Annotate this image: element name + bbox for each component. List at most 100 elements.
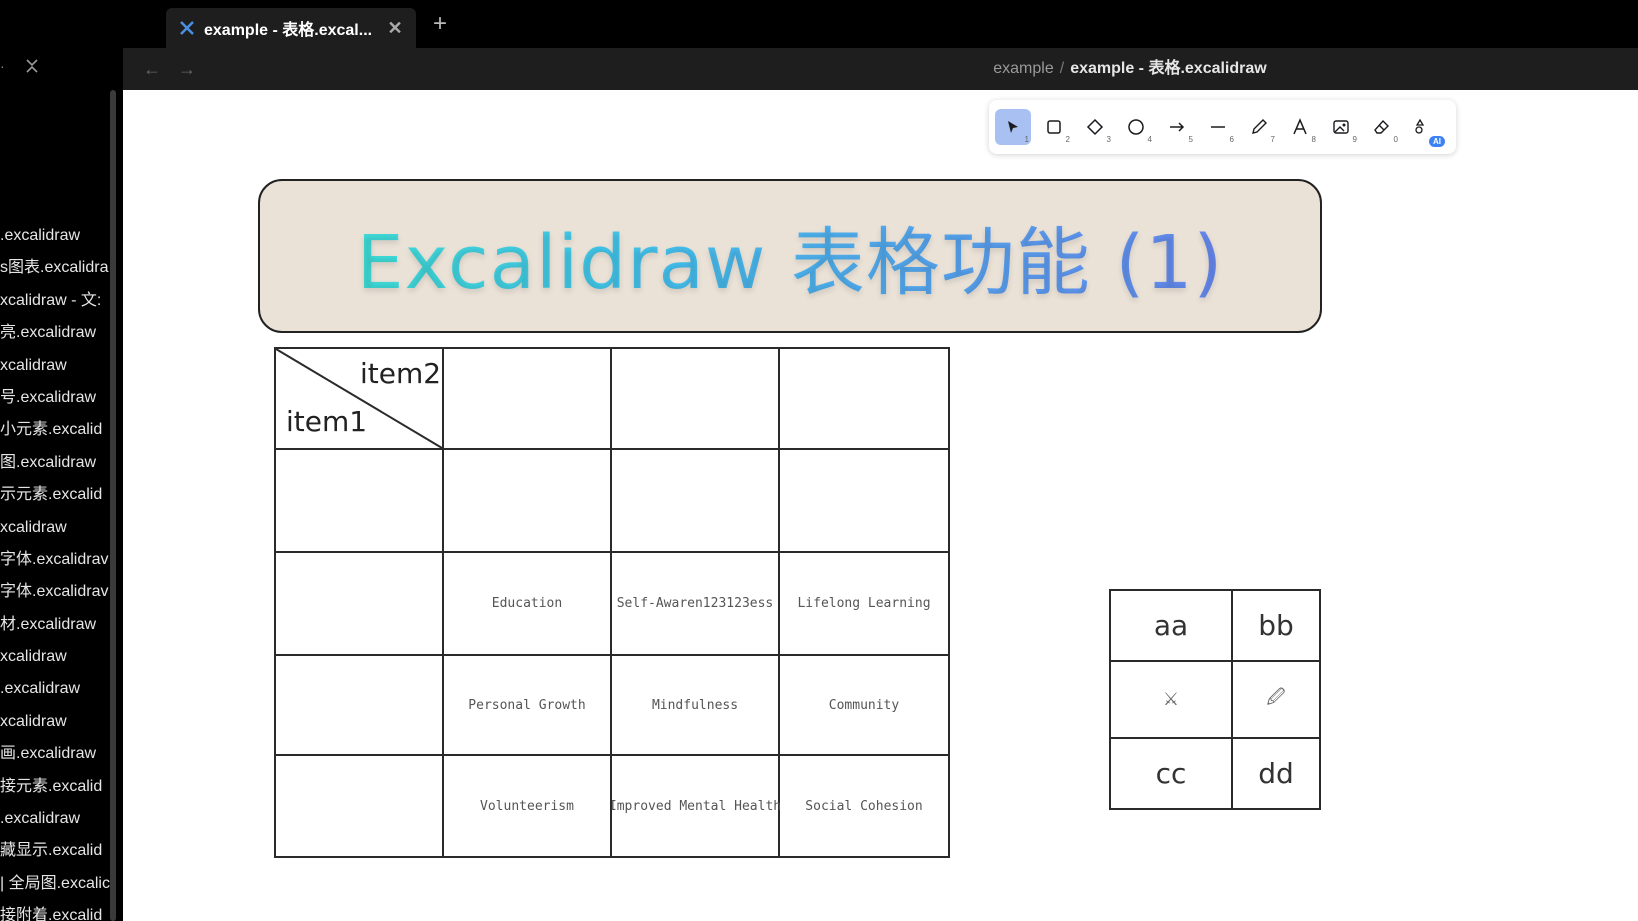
sidebar-file-item[interactable]: 材.excalidraw: [0, 609, 110, 641]
table-cell[interactable]: Mindfulness: [610, 654, 780, 756]
shortcut-key: 0: [1393, 135, 1398, 144]
image-icon: [1333, 120, 1349, 134]
table-cell[interactable]: [610, 347, 780, 450]
breadcrumb-parent[interactable]: example: [993, 60, 1053, 77]
sidebar-file-item[interactable]: 亮.excalidraw: [0, 317, 110, 349]
small-table-cell[interactable]: ⚔: [1109, 660, 1233, 739]
sidebar-file-item[interactable]: | 全局图.excalic: [0, 868, 110, 900]
sidebar-file-item[interactable]: xcalidraw: [0, 641, 110, 673]
sidebar-file-item[interactable]: 小元素.excalid: [0, 414, 110, 446]
diamond-tool-button[interactable]: 3: [1077, 109, 1113, 145]
sidebar-file-item[interactable]: xcalidraw: [0, 512, 110, 544]
line-icon: [1211, 126, 1225, 128]
shortcut-key: 9: [1352, 135, 1357, 144]
pencil-tool-button[interactable]: 7: [1241, 109, 1277, 145]
forward-arrow-icon[interactable]: →: [175, 56, 199, 82]
tab-active[interactable]: example - 表格.excal... ✕: [166, 8, 416, 48]
table-cell[interactable]: Improved Mental Health: [609, 754, 781, 858]
sidebar-file-item[interactable]: 图.excalidraw: [0, 447, 110, 479]
shapes-ai-button[interactable]: AI: [1405, 109, 1445, 147]
sidebar-file-item[interactable]: xcalidraw: [0, 706, 110, 738]
new-tab-button[interactable]: +: [428, 10, 452, 38]
line-tool-button[interactable]: 6: [1200, 109, 1236, 145]
sidebar-file-item[interactable]: .excalidraw: [0, 803, 110, 835]
shortcut-key: 1: [1024, 135, 1029, 144]
breadcrumb: example / example - 表格.excalidraw: [880, 56, 1380, 82]
ai-badge: AI: [1429, 136, 1445, 147]
small-table-cell[interactable]: cc: [1109, 737, 1233, 810]
shortcut-key: 7: [1270, 135, 1275, 144]
sidebar-file-item[interactable]: s图表.excalidra: [0, 252, 110, 284]
table-cell[interactable]: Social Cohesion: [778, 754, 950, 858]
file-explorer-sidebar: · .excalidraw s图表.excalidra xcalidraw - 文:…: [0, 48, 115, 921]
shortcut-key: 3: [1106, 135, 1111, 144]
sidebar-file-item[interactable]: 接附着.excalid: [0, 900, 110, 921]
excalidraw-logo-icon: [178, 19, 196, 37]
table-cell[interactable]: [274, 448, 444, 553]
small-table-cell[interactable]: bb: [1231, 589, 1321, 662]
arrow-icon: [1170, 122, 1185, 132]
diamond-icon: [1086, 118, 1104, 136]
text-tool-button[interactable]: 8: [1282, 109, 1318, 145]
table-cell[interactable]: [274, 654, 444, 756]
table-cell[interactable]: Personal Growth: [442, 654, 612, 756]
rectangle-icon: [1047, 120, 1061, 134]
sidebar-file-item[interactable]: 藏显示.excalid: [0, 835, 110, 867]
sidebar-file-item[interactable]: xcalidraw: [0, 350, 110, 382]
file-list: .excalidraw s图表.excalidra xcalidraw - 文: 亮.…: [0, 220, 110, 921]
sidebar-file-item[interactable]: 示元素.excalid: [0, 479, 110, 511]
sidebar-file-item[interactable]: xcalidraw - 文:: [0, 285, 110, 317]
sidebar-handle-icon: ·: [0, 58, 5, 74]
small-table-cell[interactable]: dd: [1231, 737, 1321, 810]
table-cell[interactable]: [274, 551, 444, 656]
sidebar-scrollbar[interactable]: [110, 90, 116, 921]
sidebar-file-item[interactable]: .excalidraw: [0, 220, 110, 252]
arrow-tool-button[interactable]: 5: [1159, 109, 1195, 145]
table-cell[interactable]: [778, 347, 950, 450]
small-table-cell[interactable]: 🖉: [1231, 660, 1321, 739]
collapse-all-icon[interactable]: [22, 58, 42, 78]
shapes-ai-icon: [1415, 118, 1425, 134]
banner-title-text: Excalidraw 表格功能 (1): [258, 179, 1322, 333]
sidebar-file-item[interactable]: .excalidraw: [0, 673, 110, 705]
table-cell[interactable]: Lifelong Learning: [778, 551, 950, 656]
text-icon: [1293, 118, 1307, 135]
table-cell[interactable]: [442, 347, 612, 450]
header-label-item2: item2: [360, 357, 442, 390]
shortcut-key: 4: [1147, 135, 1152, 144]
rectangle-tool-button[interactable]: 2: [1036, 109, 1072, 145]
shortcut-key: 5: [1188, 135, 1193, 144]
breadcrumb-separator: /: [1059, 60, 1065, 77]
shortcut-key: 8: [1311, 135, 1316, 144]
ellipse-icon: [1128, 119, 1144, 135]
sidebar-file-item[interactable]: 号.excalidraw: [0, 382, 110, 414]
selection-arrow-icon: [1008, 121, 1018, 133]
table-cell[interactable]: [274, 754, 444, 858]
pencil-icon: [1252, 119, 1267, 134]
breadcrumb-current[interactable]: example - 表格.excalidraw: [1070, 60, 1267, 77]
back-arrow-icon[interactable]: ←: [140, 56, 164, 82]
selection-tool-button[interactable]: 1: [995, 109, 1031, 145]
table-cell[interactable]: Education: [442, 551, 612, 656]
table-cell[interactable]: [778, 448, 950, 553]
header-label-item1: item1: [286, 405, 368, 438]
tab-title: example - 表格.excal...: [204, 22, 373, 39]
eraser-tool-button[interactable]: 0: [1364, 109, 1400, 145]
sidebar-file-item[interactable]: 字体.excalidrav: [0, 544, 110, 576]
table-cell[interactable]: [610, 448, 780, 553]
ellipse-tool-button[interactable]: 4: [1118, 109, 1154, 145]
shape-toolbar: 1 2 3 4 5 6 7 8 9 0 AI: [989, 100, 1456, 154]
sidebar-file-item[interactable]: 字体.excalidrav: [0, 576, 110, 608]
table-cell[interactable]: Community: [778, 654, 950, 756]
eraser-icon: [1374, 119, 1389, 134]
shortcut-key: 2: [1065, 135, 1070, 144]
shortcut-key: 6: [1229, 135, 1234, 144]
small-table-cell[interactable]: aa: [1109, 589, 1233, 662]
table-cell[interactable]: Self-Awaren123123ess: [610, 551, 780, 656]
sidebar-file-item[interactable]: 画.excalidraw: [0, 738, 110, 770]
sidebar-file-item[interactable]: 接元素.excalid: [0, 771, 110, 803]
tab-close-icon[interactable]: ✕: [382, 18, 408, 39]
table-cell[interactable]: Volunteerism: [442, 754, 612, 858]
image-tool-button[interactable]: 9: [1323, 109, 1359, 145]
table-cell[interactable]: [442, 448, 612, 553]
